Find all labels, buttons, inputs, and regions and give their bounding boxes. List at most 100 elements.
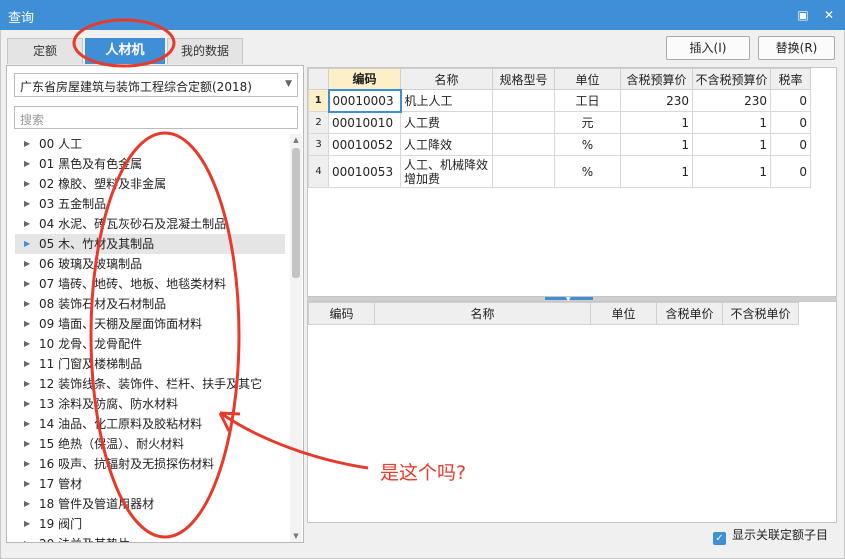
replace-button[interactable]: 替换(R) — [758, 36, 835, 60]
expand-caret-icon[interactable]: ▶ — [24, 374, 30, 394]
tree-item[interactable]: ▶ 07 墙砖、地砖、地板、地毯类材料 — [15, 274, 285, 294]
cell-tax-rate[interactable]: 0 — [770, 155, 811, 188]
cell-tax-rate[interactable]: 0 — [770, 111, 811, 134]
column-header-unit[interactable]: 单位 — [590, 302, 657, 325]
show-related-subitems-checkbox[interactable]: ✓ 显示关联定额子目 — [713, 527, 828, 545]
cell-price-notax[interactable]: 1 — [692, 133, 771, 156]
tree-item[interactable]: ▶ 09 墙面、天棚及屋面饰面材料 — [15, 314, 285, 334]
cell-code[interactable]: 00010053 — [328, 155, 401, 188]
cell-spec[interactable] — [492, 133, 555, 156]
column-header-price-notax[interactable]: 不含税预算价 — [692, 68, 771, 90]
cell-tax-rate[interactable]: 0 — [770, 133, 811, 156]
tree-item[interactable]: ▶ 10 龙骨、龙骨配件 — [15, 334, 285, 354]
tree-item[interactable]: ▶ 18 管件及管道用器材 — [15, 494, 285, 514]
cell-spec[interactable] — [492, 155, 555, 188]
cell-tax-rate[interactable]: 0 — [770, 89, 811, 112]
cell-unit[interactable]: % — [554, 155, 621, 188]
column-header-tax-rate[interactable]: 税率 — [770, 68, 811, 90]
cell-unit[interactable]: % — [554, 133, 621, 156]
scroll-up-icon[interactable]: ▲ — [290, 134, 302, 146]
checkbox-checked-icon[interactable]: ✓ — [713, 532, 726, 545]
cell-price-tax[interactable]: 1 — [620, 155, 693, 188]
tree-item[interactable]: ▶ 05 木、竹材及其制品 — [15, 234, 285, 254]
expand-caret-icon[interactable]: ▶ — [24, 394, 30, 414]
cell-code[interactable]: 00010010 — [328, 111, 401, 134]
tree-item[interactable]: ▶ 11 门窗及楼梯制品 — [15, 354, 285, 374]
expand-caret-icon[interactable]: ▶ — [24, 454, 30, 474]
expand-caret-icon[interactable]: ▶ — [24, 154, 30, 174]
column-header-unit-price-tax[interactable]: 含税单价 — [656, 302, 723, 325]
expand-caret-icon[interactable]: ▶ — [24, 534, 30, 542]
tree-item[interactable]: ▶ 02 橡胶、塑料及非金属 — [15, 174, 285, 194]
tree-item[interactable]: ▶ 17 管材 — [15, 474, 285, 494]
scroll-thumb[interactable] — [292, 148, 300, 278]
tree-scrollbar[interactable]: ▲ ▼ — [290, 134, 302, 542]
expand-caret-icon[interactable]: ▶ — [24, 314, 30, 334]
cell-price-tax[interactable]: 1 — [620, 133, 693, 156]
tab-quota[interactable]: 定额 — [7, 38, 83, 64]
expand-caret-icon[interactable]: ▶ — [24, 354, 30, 374]
cell-unit[interactable]: 工日 — [554, 89, 621, 112]
column-header-price-tax[interactable]: 含税预算价 — [620, 68, 693, 90]
cell-price-notax[interactable]: 230 — [692, 89, 771, 112]
cell-price-tax[interactable]: 1 — [620, 111, 693, 134]
expand-caret-icon[interactable]: ▶ — [24, 474, 30, 494]
tree-item[interactable]: ▶ 14 油品、化工原料及胶粘材料 — [15, 414, 285, 434]
close-icon[interactable]: ✕ — [819, 5, 839, 25]
expand-caret-icon[interactable]: ▶ — [24, 174, 30, 194]
cell-price-notax[interactable]: 1 — [692, 155, 771, 188]
scroll-down-icon[interactable]: ▼ — [290, 530, 302, 542]
tree-item[interactable]: ▶ 06 玻璃及玻璃制品 — [15, 254, 285, 274]
expand-caret-icon[interactable]: ▶ — [24, 274, 30, 294]
cell-name[interactable]: 机上人工 — [400, 89, 493, 112]
expand-caret-icon[interactable]: ▶ — [24, 494, 30, 514]
tree-item[interactable]: ▶ 19 阀门 — [15, 514, 285, 534]
expand-caret-icon[interactable]: ▶ — [24, 194, 30, 214]
tree-item[interactable]: ▶ 03 五金制品 — [15, 194, 285, 214]
cell-name[interactable]: 人工、机械降效增加费 — [400, 155, 493, 188]
cell-name[interactable]: 人工费 — [400, 111, 493, 134]
column-header-name[interactable]: 名称 — [400, 68, 493, 90]
expand-caret-icon[interactable]: ▶ — [24, 234, 30, 254]
column-header-code[interactable]: 编码 — [328, 68, 401, 90]
tree-item[interactable]: ▶ 12 装饰线条、装饰件、栏杆、扶手及其它 — [15, 374, 285, 394]
expand-caret-icon[interactable]: ▶ — [24, 514, 30, 534]
expand-caret-icon[interactable]: ▶ — [24, 254, 30, 274]
column-header-unit[interactable]: 单位 — [554, 68, 621, 90]
tab-my-data[interactable]: 我的数据 — [167, 38, 243, 64]
tab-labor-material-machine[interactable]: 人材机 — [85, 38, 165, 64]
table-row[interactable]: 2 00010010 人工费 元 1 1 0 — [308, 111, 811, 134]
table-row[interactable]: 3 00010052 人工降效 % 1 1 0 — [308, 133, 811, 156]
chevron-down-icon[interactable]: ▼ — [285, 79, 292, 89]
search-input[interactable]: 搜索 — [14, 106, 298, 129]
table-row[interactable]: 1 00010003 机上人工 工日 230 230 0 — [308, 88, 811, 113]
tree-item[interactable]: ▶ 13 涂料及防腐、防水材料 — [15, 394, 285, 414]
tree-item[interactable]: ▶ 00 人工 — [15, 134, 285, 154]
cell-price-tax[interactable]: 230 — [620, 89, 693, 112]
restore-icon[interactable]: ▣ — [793, 5, 813, 25]
expand-caret-icon[interactable]: ▶ — [24, 334, 30, 354]
tree-item[interactable]: ▶ 16 吸声、抗辐射及无损探伤材料 — [15, 454, 285, 474]
expand-caret-icon[interactable]: ▶ — [24, 214, 30, 234]
tree-item[interactable]: ▶ 08 装饰石材及石材制品 — [15, 294, 285, 314]
expand-caret-icon[interactable]: ▶ — [24, 434, 30, 454]
quota-library-select[interactable]: 广东省房屋建筑与装饰工程综合定额(2018) ▼ — [14, 73, 298, 97]
expand-caret-icon[interactable]: ▶ — [24, 294, 30, 314]
tree-item[interactable]: ▶ 20 法兰及其垫片 — [15, 534, 285, 542]
cell-code[interactable]: 00010052 — [328, 133, 401, 156]
tree-item[interactable]: ▶ 01 黑色及有色金属 — [15, 154, 285, 174]
tree-item[interactable]: ▶ 04 水泥、砖瓦灰砂石及混凝土制品 — [15, 214, 285, 234]
cell-price-notax[interactable]: 1 — [692, 111, 771, 134]
expand-caret-icon[interactable]: ▶ — [24, 414, 30, 434]
cell-code[interactable]: 00010003 — [327, 88, 402, 113]
column-header-code[interactable]: 编码 — [308, 302, 375, 325]
expand-caret-icon[interactable]: ▶ — [24, 134, 30, 154]
column-header-unit-price-notax[interactable]: 不含税单价 — [722, 302, 799, 325]
insert-button[interactable]: 插入(I) — [666, 36, 750, 60]
column-header-spec[interactable]: 规格型号 — [492, 68, 555, 90]
cell-spec[interactable] — [492, 89, 555, 112]
cell-spec[interactable] — [492, 111, 555, 134]
cell-unit[interactable]: 元 — [554, 111, 621, 134]
column-header-name[interactable]: 名称 — [374, 302, 591, 325]
table-row[interactable]: 4 00010053 人工、机械降效增加费 % 1 1 0 — [308, 155, 811, 188]
